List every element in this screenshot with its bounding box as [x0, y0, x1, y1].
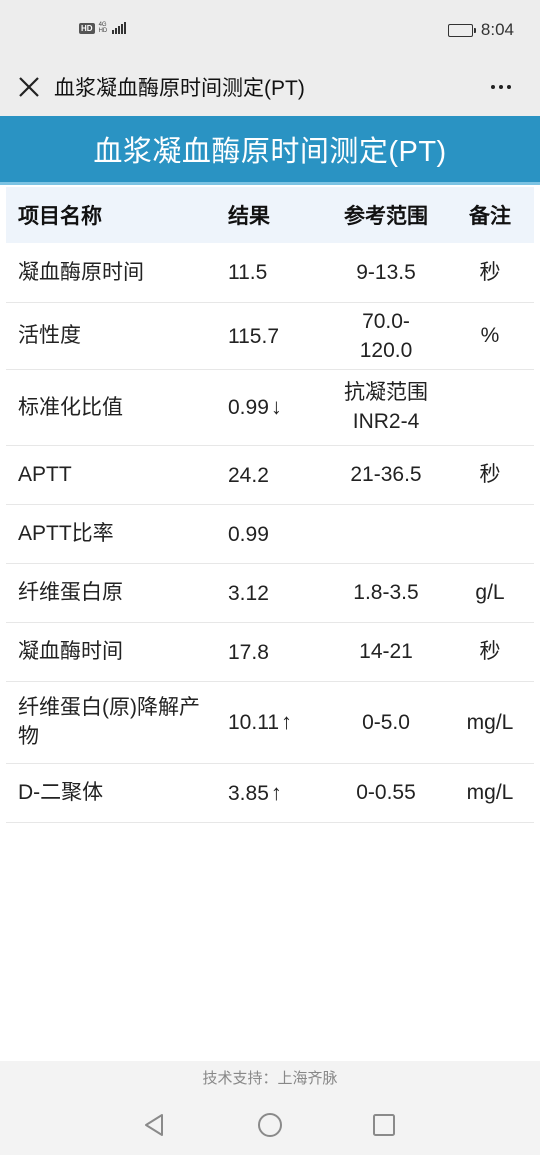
- hd-icon: HD: [79, 22, 95, 34]
- item-range: 1.8-3.5: [326, 563, 446, 623]
- item-name: 凝血酶原时间: [6, 243, 216, 303]
- item-note: 秒: [446, 243, 534, 303]
- table-row: 标准化比值 0.99↓ 抗凝范围INR2-4: [6, 369, 534, 446]
- header-reference-range: 参考范围: [326, 187, 446, 243]
- item-range: 70.0-120.0: [326, 302, 446, 370]
- status-bar: HD 4G HD 8:04: [0, 0, 540, 62]
- item-note: g/L: [446, 563, 534, 623]
- item-range: 9-13.5: [326, 243, 446, 303]
- table-row: D-二聚体 3.85↑ 0-0.55 mg/L: [6, 763, 534, 823]
- item-result: 0.99: [216, 504, 326, 564]
- item-note: [446, 504, 534, 564]
- system-nav-bar: [0, 1095, 540, 1155]
- item-name: APTT比率: [6, 504, 216, 564]
- signal-icon: [112, 22, 127, 34]
- item-name: 标准化比值: [6, 369, 216, 446]
- item-result: 24.2: [216, 445, 326, 505]
- more-icon-dot: [507, 85, 511, 89]
- web-content: 血浆凝血酶原时间测定(PT) 项目名称 结果 参考范围 备注 凝血酶原时间 11…: [0, 116, 540, 1061]
- item-note: [446, 369, 534, 446]
- item-result: 3.85↑: [216, 763, 326, 823]
- battery-icon: [447, 23, 476, 37]
- item-result: 10.11↑: [216, 681, 326, 764]
- status-right: 8:04: [447, 20, 514, 40]
- table-row: 纤维蛋白原 3.12 1.8-3.5 g/L: [6, 563, 534, 623]
- table-header-row: 项目名称 结果 参考范围 备注: [6, 187, 534, 243]
- item-name: APTT: [6, 445, 216, 505]
- item-range: 0-5.0: [326, 681, 446, 764]
- clock: 8:04: [480, 20, 514, 39]
- table-row: APTT 24.2 21-36.5 秒: [6, 445, 534, 505]
- item-range: [326, 504, 446, 564]
- footer-credit: 技术支持：上海齐脉: [0, 1061, 540, 1095]
- table-row: 凝血酶原时间 11.5 9-13.5 秒: [6, 243, 534, 303]
- nav-bar: 血浆凝血酶原时间测定(PT): [0, 62, 540, 116]
- item-name: 活性度: [6, 302, 216, 370]
- item-range: 0-0.55: [326, 763, 446, 823]
- network-type-bottom: HD: [98, 28, 108, 34]
- page-title: 血浆凝血酶原时间测定(PT): [93, 136, 447, 168]
- close-button[interactable]: [12, 70, 46, 104]
- more-icon-dot: [499, 85, 503, 89]
- more-icon-dot: [491, 85, 495, 89]
- up-arrow-icon: ↑: [281, 709, 292, 734]
- item-range: 抗凝范围INR2-4: [326, 369, 446, 446]
- down-arrow-icon: ↓: [270, 394, 282, 419]
- close-icon: [19, 77, 39, 97]
- table-row: 活性度 115.7 70.0-120.0 %: [6, 302, 534, 370]
- item-name: 纤维蛋白原: [6, 563, 216, 623]
- up-arrow-icon: ↑: [270, 779, 282, 805]
- network-type-icon: 4G HD: [99, 22, 108, 34]
- item-name: D-二聚体: [6, 763, 216, 823]
- page-header: 血浆凝血酶原时间测定(PT): [0, 116, 540, 185]
- header-note: 备注: [446, 187, 534, 243]
- item-result: 17.8: [216, 622, 326, 682]
- item-note: 秒: [446, 622, 534, 682]
- nav-title: 血浆凝血酶原时间测定(PT): [54, 77, 305, 100]
- item-note: mg/L: [446, 763, 534, 823]
- item-result: 11.5: [216, 243, 326, 303]
- item-note: 秒: [446, 445, 534, 505]
- item-note: mg/L: [446, 681, 534, 764]
- status-left: HD 4G HD: [79, 22, 127, 34]
- header-result: 结果: [216, 187, 326, 243]
- home-circle-icon: [258, 1113, 282, 1137]
- home-button[interactable]: [253, 1108, 287, 1142]
- item-range: 14-21: [326, 622, 446, 682]
- item-range: 21-36.5: [326, 445, 446, 505]
- header-item-name: 项目名称: [6, 187, 216, 243]
- item-result: 115.7: [216, 302, 326, 370]
- item-note: %: [446, 302, 534, 370]
- item-name: 凝血酶时间: [6, 622, 216, 682]
- item-result: 0.99↓: [216, 369, 326, 446]
- report-table: 项目名称 结果 参考范围 备注 凝血酶原时间 11.5 9-13.5 秒 活性度…: [6, 187, 534, 823]
- item-name: 纤维蛋白(原)降解产物: [6, 681, 216, 764]
- recents-button[interactable]: [367, 1108, 401, 1142]
- recents-square-icon: [373, 1114, 395, 1136]
- back-button[interactable]: [138, 1108, 172, 1142]
- back-triangle-icon: [145, 1114, 163, 1136]
- table-row: 凝血酶时间 17.8 14-21 秒: [6, 622, 534, 682]
- table-row: 纤维蛋白(原)降解产物 10.11↑ 0-5.0 mg/L: [6, 681, 534, 764]
- more-button[interactable]: [484, 70, 518, 104]
- item-result: 3.12: [216, 563, 326, 623]
- table-row: APTT比率 0.99: [6, 504, 534, 564]
